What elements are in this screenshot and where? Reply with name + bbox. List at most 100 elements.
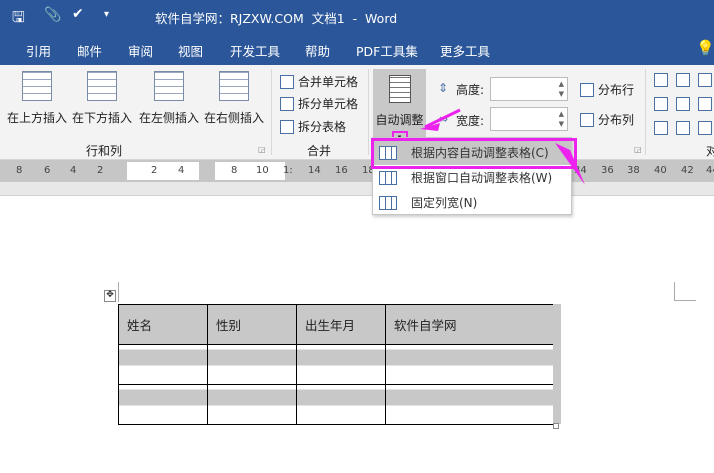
label: 合并单元格: [298, 75, 359, 89]
ruler-tick: 40: [654, 165, 667, 176]
ruler-tick: 8: [231, 165, 238, 176]
group-label-merge: 合并: [307, 144, 332, 158]
ribbon: 在上方插入 在下方插入 在左侧插入 在右侧插入 行和列 ◲ 合并单元格 拆分单元…: [0, 65, 714, 163]
tab-pdf-tools[interactable]: PDF工具集: [356, 41, 418, 60]
ruler-tick: 14: [308, 165, 321, 176]
table-cell[interactable]: [118, 344, 208, 385]
insert-below-icon: [87, 71, 117, 101]
ruler-tick: 4: [70, 165, 77, 176]
align-icon[interactable]: [654, 73, 668, 87]
align-icon[interactable]: [698, 97, 712, 111]
tab-view[interactable]: 视图: [178, 41, 203, 60]
ruler-tick: 16: [335, 165, 348, 176]
align-icon[interactable]: [676, 97, 690, 111]
document-table[interactable]: 姓名 性别 出生年月 软件自学网: [118, 304, 555, 425]
label: 在下方插入: [71, 111, 132, 125]
label: 在右侧插入: [203, 111, 264, 125]
split-table-button[interactable]: 拆分表格: [280, 118, 346, 135]
label: 固定列宽(N): [411, 196, 478, 210]
ruler-tick: 2: [151, 165, 158, 176]
ruler-tick: 6: [44, 165, 51, 176]
split-cells-button[interactable]: 拆分单元格: [280, 95, 358, 112]
insert-left-button[interactable]: 在左侧插入: [137, 71, 201, 126]
align-icon[interactable]: [654, 97, 668, 111]
split-table-icon: [280, 119, 294, 134]
align-icon[interactable]: [676, 121, 690, 135]
table-move-handle-icon[interactable]: ✥: [104, 290, 116, 302]
table-row: [118, 344, 555, 385]
fixed-width-icon: [379, 195, 397, 210]
insert-above-button[interactable]: 在上方插入: [6, 71, 68, 126]
dialog-launcher-icon[interactable]: ◲: [634, 145, 642, 154]
label: 拆分表格: [298, 120, 347, 134]
save-icon[interactable]: 🖫: [12, 7, 25, 32]
qat-more-icon[interactable]: ▾: [104, 9, 109, 20]
attach-icon[interactable]: 📎: [44, 7, 61, 23]
ruler-tick: 8: [16, 165, 23, 176]
table-cell[interactable]: [385, 384, 555, 425]
ruler-tick: 42: [681, 165, 694, 176]
table-cell[interactable]: 姓名: [118, 304, 208, 345]
table-cell[interactable]: [296, 344, 386, 385]
label: 拆分单元格: [298, 97, 359, 111]
insert-below-button[interactable]: 在下方插入: [70, 71, 134, 126]
table-cell[interactable]: 性别: [207, 304, 297, 345]
align-icon[interactable]: [698, 121, 712, 135]
insert-left-icon: [154, 71, 184, 101]
alignment-grid: [654, 73, 714, 135]
table-resize-handle[interactable]: [553, 423, 559, 429]
title-bar: 🖫 📎 ✔ ▾ 软件自学网：RJZXW.COM 文档1 - Word: [0, 0, 714, 32]
insert-above-icon: [22, 71, 52, 101]
align-icon[interactable]: [654, 121, 668, 135]
table-cell[interactable]: [207, 344, 297, 385]
margin-mark: [118, 282, 119, 302]
table-cell[interactable]: 软件自学网: [385, 304, 555, 345]
tab-help[interactable]: 帮助: [305, 41, 330, 60]
align-icon[interactable]: [698, 73, 712, 87]
table-row: 姓名 性别 出生年月 软件自学网: [118, 304, 555, 345]
group-label-rows-cols: 行和列: [86, 144, 123, 158]
merge-cells-button[interactable]: 合并单元格: [280, 73, 358, 90]
table-cell[interactable]: [296, 384, 386, 425]
window-title: 软件自学网：RJZXW.COM 文档1 - Word: [155, 11, 398, 26]
table-cell[interactable]: [118, 384, 208, 425]
label: 在左侧插入: [138, 111, 199, 125]
selection-end-column: [553, 304, 561, 424]
ruler-tick: 2: [97, 165, 104, 176]
touch-mode-icon[interactable]: ✔: [72, 6, 84, 22]
table-cell[interactable]: [207, 384, 297, 425]
arrow-to-menu-item: [555, 143, 585, 185]
autofit-window-icon: [379, 170, 397, 185]
ruler-gap: [0, 182, 714, 196]
label: 分布列: [598, 113, 635, 127]
tab-review[interactable]: 审阅: [128, 41, 153, 60]
ruler-tick: 36: [601, 165, 614, 176]
table-cell[interactable]: [385, 344, 555, 385]
split-cells-icon: [280, 96, 294, 111]
tab-mailings[interactable]: 邮件: [77, 41, 102, 60]
lightbulb-icon[interactable]: 💡: [696, 39, 714, 57]
insert-right-button[interactable]: 在右侧插入: [202, 71, 266, 126]
annotation-arrows: [420, 108, 585, 185]
ruler-tick: 10: [256, 165, 269, 176]
tab-developer[interactable]: 开发工具: [230, 41, 280, 60]
tab-more-tools[interactable]: 更多工具: [440, 41, 490, 60]
menu-item-fixed-width[interactable]: 固定列宽(N): [373, 190, 571, 215]
horizontal-ruler[interactable]: 8 6 4 2 2 4 8 10 1: 14 16 18 34 36 38 40…: [0, 160, 714, 182]
ruler-tick: 1:: [283, 165, 293, 176]
divider: [368, 69, 369, 155]
ruler-tick: 38: [627, 165, 640, 176]
ruler-tick: 44: [706, 165, 714, 176]
ruler-tick: 4: [178, 165, 185, 176]
tab-references[interactable]: 引用: [26, 41, 51, 60]
divider: [271, 69, 272, 155]
margin-mark: [674, 282, 675, 300]
label: 在上方插入: [6, 111, 67, 125]
table-cell[interactable]: 出生年月: [296, 304, 386, 345]
dialog-launcher-icon[interactable]: ◲: [258, 145, 266, 154]
group-label-alignment: 对: [706, 144, 714, 158]
table-row: [118, 384, 555, 425]
align-icon[interactable]: [676, 73, 690, 87]
label: 分布行: [598, 83, 635, 97]
divider: [645, 69, 646, 155]
